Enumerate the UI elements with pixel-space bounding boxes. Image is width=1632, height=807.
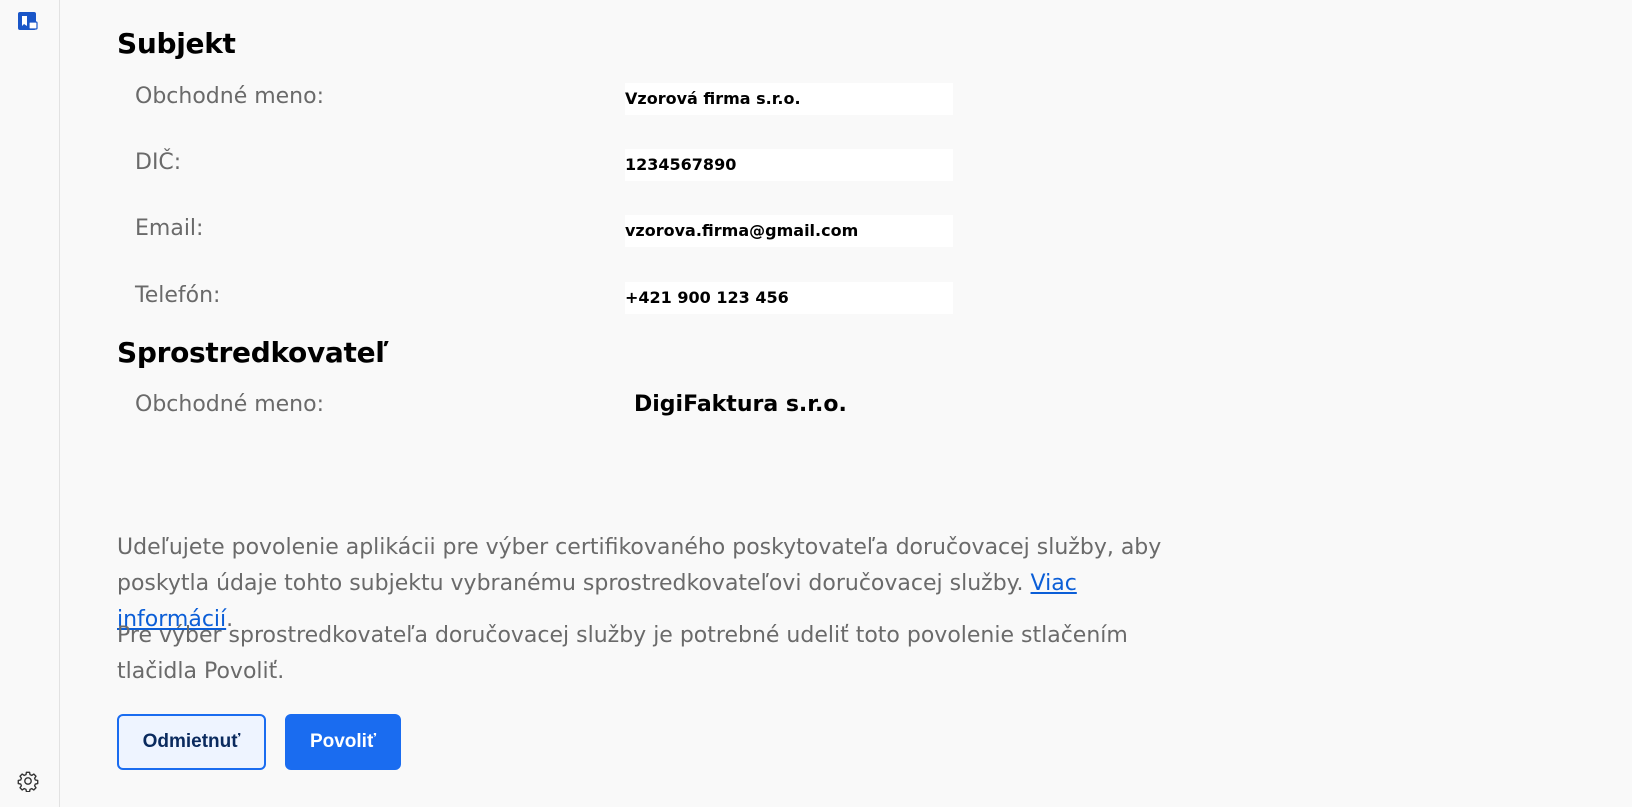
intermediary-name-value: DigiFaktura s.r.o.	[634, 392, 847, 417]
subject-name-label: Obchodné meno:	[135, 84, 324, 109]
app-logo-icon[interactable]	[17, 11, 39, 33]
sidebar	[0, 0, 60, 807]
consent-paragraph-2: Pre výber sprostredkovateľa doručovacej …	[117, 623, 1128, 684]
decline-button[interactable]: Odmietnuť	[117, 714, 266, 770]
subject-dic-label: DIČ:	[135, 150, 182, 175]
subject-phone-label: Telefón:	[135, 283, 221, 308]
subject-email-value: vzorova.firma@gmail.com	[625, 215, 953, 247]
consent-paragraph-1-text: Udeľujete povolenie aplikácii pre výber …	[117, 535, 1162, 596]
allow-button[interactable]: Povoliť	[285, 714, 401, 770]
subject-heading: Subjekt	[117, 27, 236, 60]
subject-phone-value: +421 900 123 456	[625, 282, 953, 314]
subject-dic-value: 1234567890	[625, 149, 953, 181]
intermediary-heading: Sprostredkovateľ	[117, 336, 389, 369]
subject-name-value: Vzorová firma s.r.o.	[625, 83, 953, 115]
gear-icon[interactable]	[17, 770, 39, 793]
subject-email-label: Email:	[135, 216, 204, 241]
intermediary-name-label: Obchodné meno:	[135, 392, 324, 417]
